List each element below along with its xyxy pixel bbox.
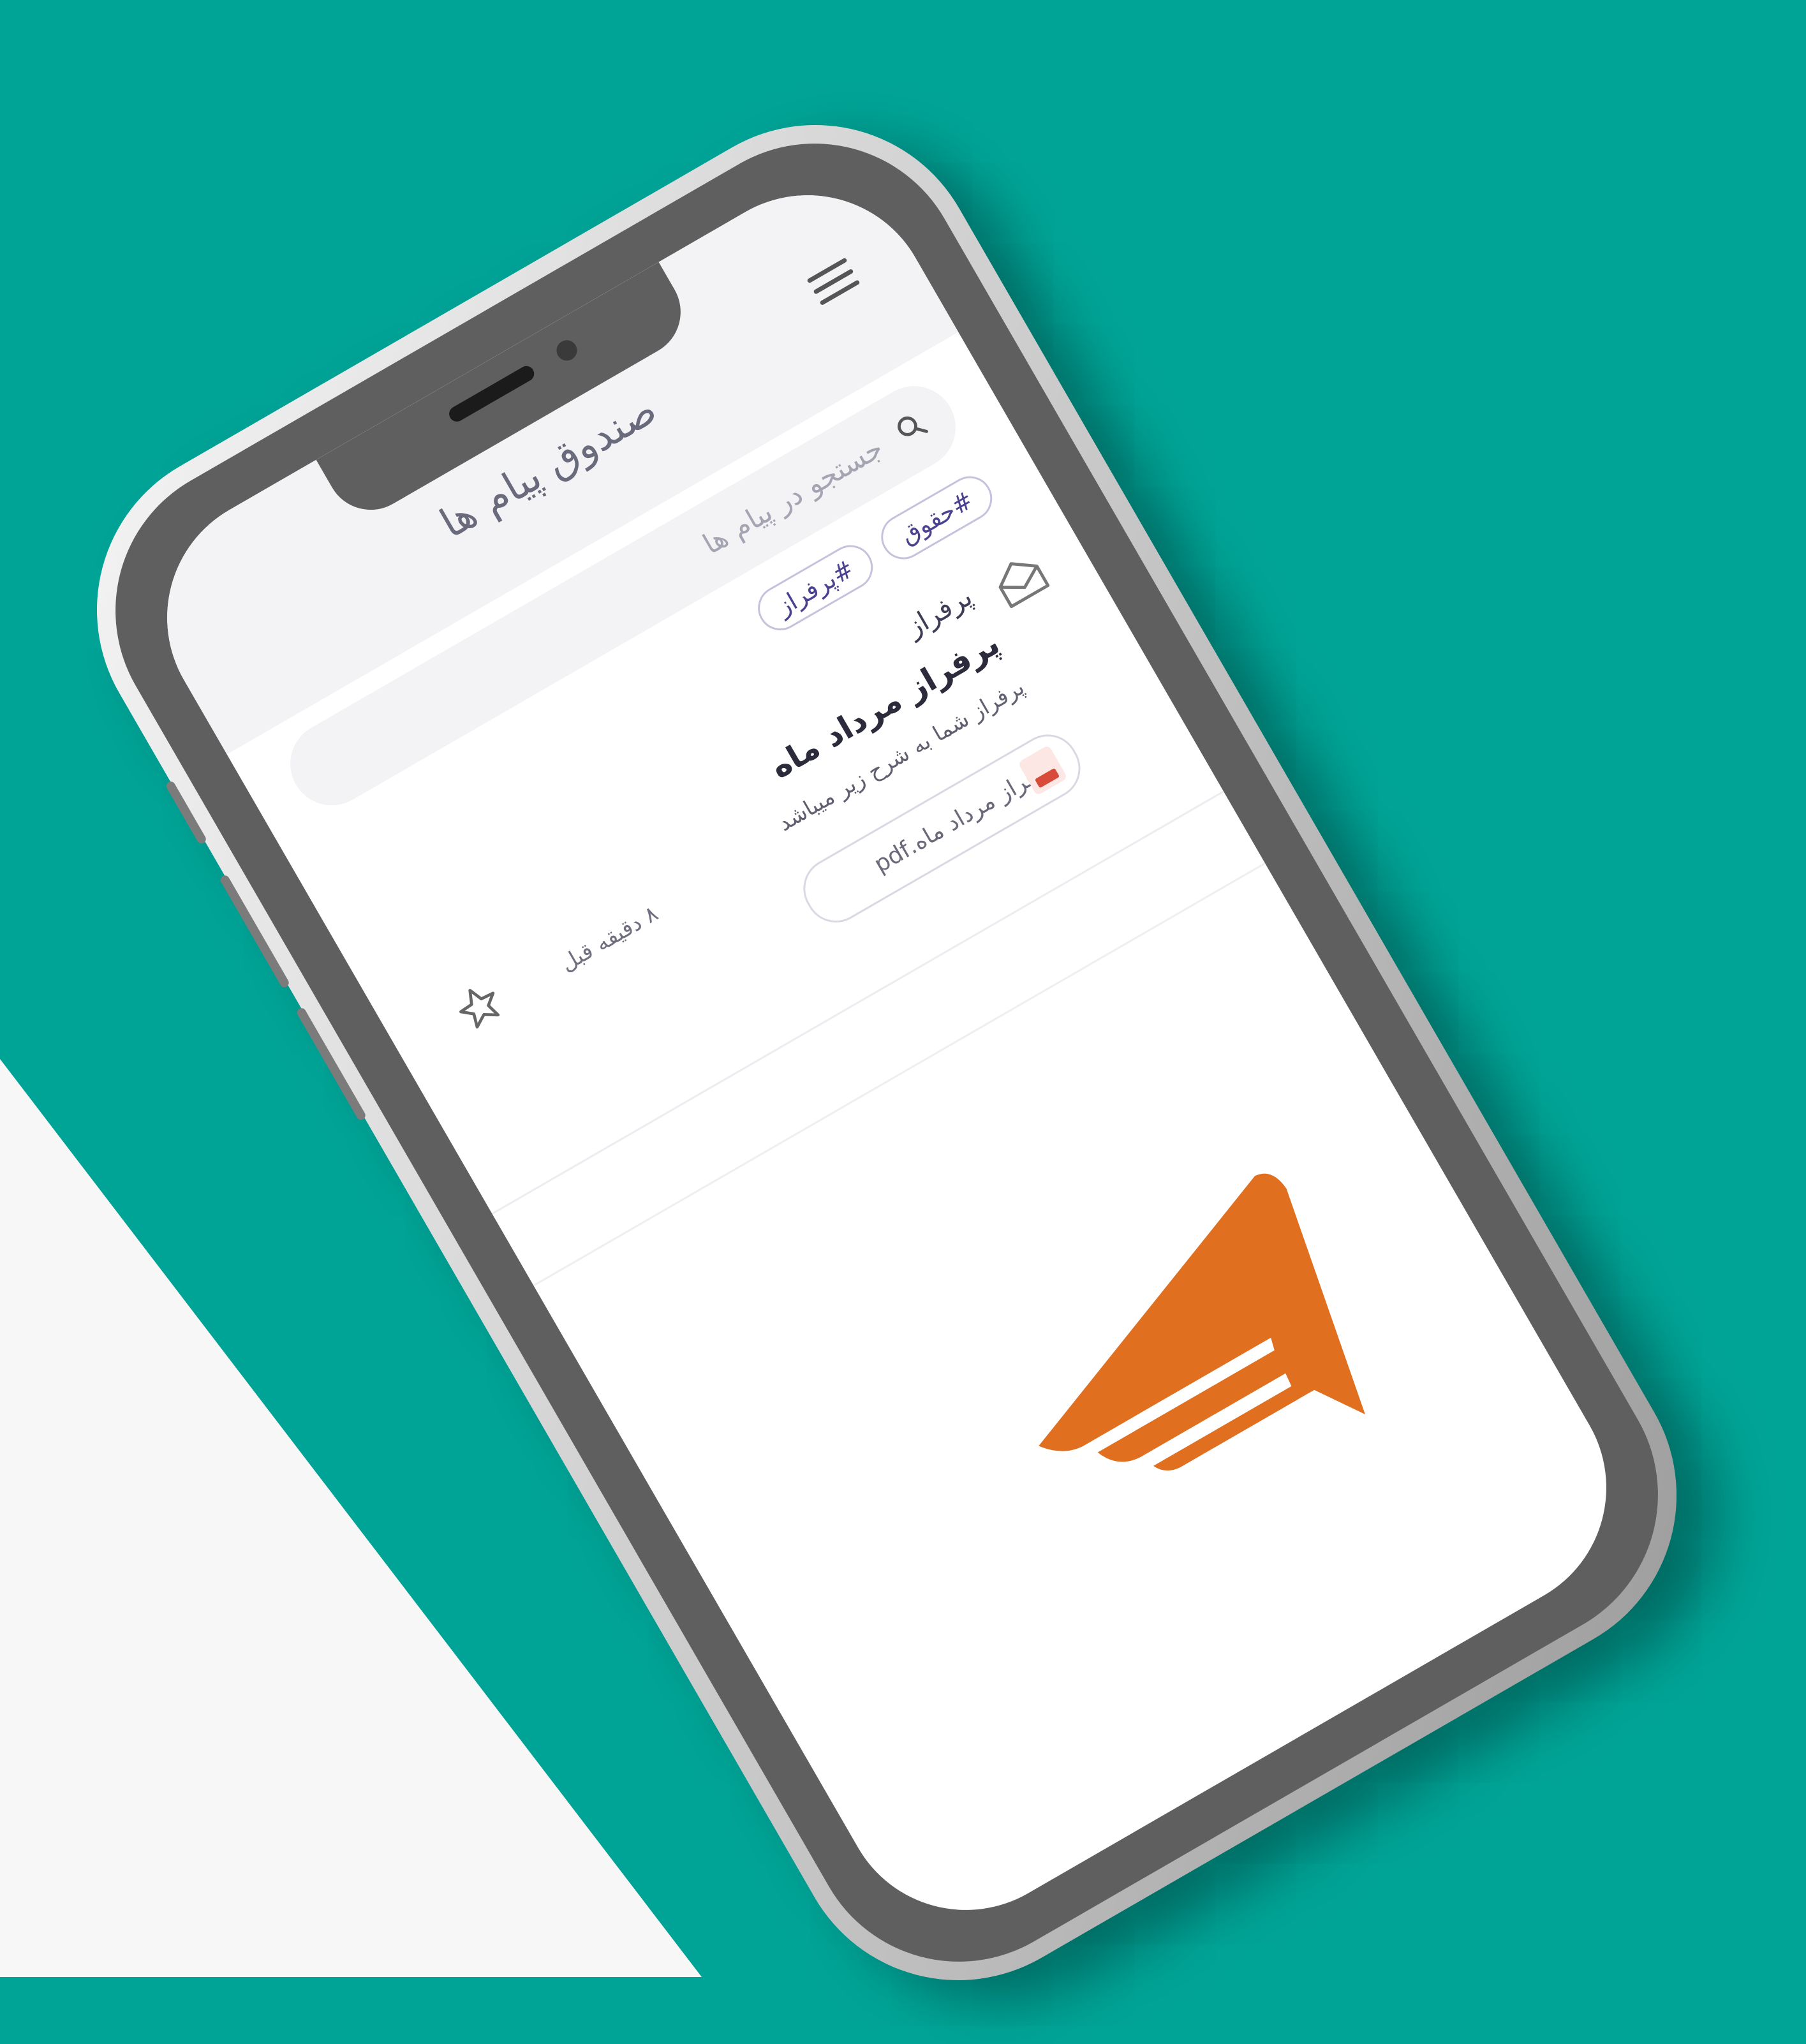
front-camera [552, 336, 581, 365]
search-icon[interactable] [890, 406, 932, 448]
open-envelope-icon [998, 562, 1050, 609]
message-sender: پرفراز [901, 580, 978, 643]
speaker-grille [446, 363, 537, 425]
star-icon[interactable] [448, 976, 510, 1037]
message-time: ۸ دقیقه قبل [556, 900, 663, 977]
app-logo [1039, 1173, 1365, 1471]
attachment-chip[interactable]: پرفراز مرداد ماه.pdf [792, 723, 1092, 934]
